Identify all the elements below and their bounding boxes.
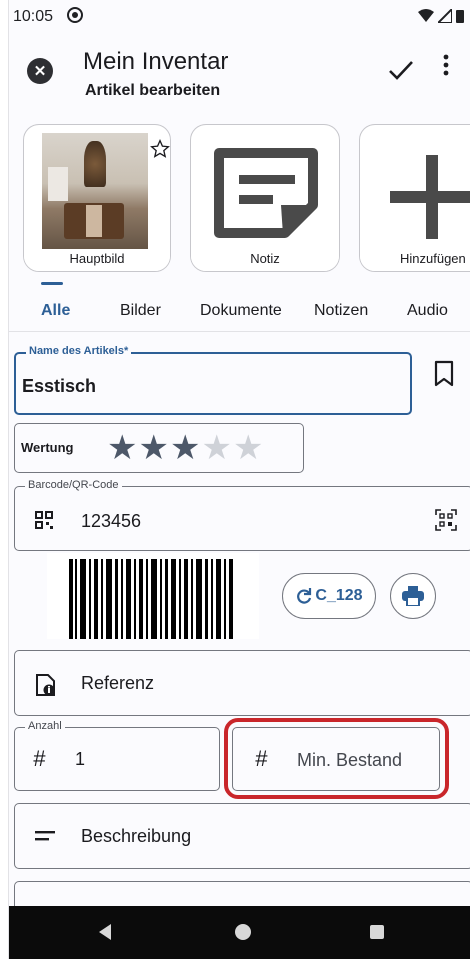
save-check-icon[interactable] bbox=[383, 52, 419, 88]
barcode-type-label: C_128 bbox=[315, 587, 363, 604]
status-icons bbox=[418, 9, 464, 23]
system-navigation-bar bbox=[9, 906, 470, 959]
print-button[interactable] bbox=[390, 573, 436, 619]
photo-plant bbox=[84, 141, 106, 187]
tab-audio[interactable]: Audio bbox=[407, 302, 448, 320]
active-tab-indicator bbox=[41, 282, 63, 285]
photo-window bbox=[48, 167, 68, 201]
tab-dokumente[interactable]: Dokumente bbox=[200, 302, 282, 320]
highlight-box bbox=[224, 718, 449, 799]
item-photo bbox=[42, 133, 148, 259]
tab-alle[interactable]: Alle bbox=[41, 302, 70, 320]
tab-bilder[interactable]: Bilder bbox=[120, 302, 161, 320]
star-icon[interactable]: ★ bbox=[138, 429, 169, 467]
close-icon: ✕ bbox=[33, 63, 47, 80]
media-strip: Hauptbild Notiz Hinzufügen bbox=[9, 122, 470, 272]
barcode-value[interactable]: 123456 bbox=[81, 511, 141, 532]
status-time: 10:05 bbox=[13, 8, 54, 25]
star-icon[interactable]: ★ bbox=[201, 429, 232, 467]
media-caption: Hauptbild bbox=[24, 249, 170, 271]
item-name-field[interactable]: Name des Artikels* Esstisch bbox=[14, 345, 412, 415]
recents-icon[interactable] bbox=[365, 920, 389, 944]
media-caption: Hinzufügen bbox=[360, 249, 470, 271]
note-icon bbox=[214, 148, 318, 238]
hash-icon: # bbox=[33, 746, 46, 771]
category-tabs: Alle Bilder Dokumente Notizen Audio bbox=[9, 280, 470, 332]
qr-scan-icon[interactable] bbox=[435, 509, 457, 531]
description-field[interactable]: Beschreibung bbox=[14, 803, 470, 869]
wifi-icon bbox=[418, 9, 434, 22]
description-lines-icon bbox=[35, 831, 55, 841]
description-placeholder: Beschreibung bbox=[81, 826, 192, 846]
main-image-card[interactable]: Hauptbild bbox=[23, 124, 171, 272]
barcode-field[interactable]: Barcode/QR-Code 123456 bbox=[14, 479, 470, 551]
photo-runner bbox=[86, 205, 102, 237]
quantity-value[interactable]: 1 bbox=[75, 749, 85, 770]
item-name-label: Name des Artikels* bbox=[26, 345, 132, 357]
media-caption: Notiz bbox=[191, 249, 339, 271]
qr-code-icon bbox=[35, 511, 53, 529]
page-subtitle: Artikel bearbeiten bbox=[85, 82, 221, 99]
more-menu-button[interactable] bbox=[433, 54, 459, 90]
plus-icon bbox=[390, 155, 470, 239]
signal-icon bbox=[438, 9, 452, 23]
quantity-label: Anzahl bbox=[25, 720, 65, 732]
item-name-value[interactable]: Esstisch bbox=[22, 376, 96, 397]
back-icon[interactable] bbox=[93, 920, 117, 944]
add-media-card[interactable]: Hinzufügen bbox=[359, 124, 470, 272]
rating-field: Wertung ★★★★★ bbox=[14, 423, 304, 473]
refresh-icon bbox=[297, 588, 312, 604]
home-icon[interactable] bbox=[231, 920, 255, 944]
page-title: Mein Inventar bbox=[83, 48, 229, 75]
bookmark-icon[interactable] bbox=[433, 360, 455, 388]
app-screen: 10:05 ✕ Mein Inventar Artikel bearbeiten bbox=[8, 0, 470, 959]
barcode-image bbox=[47, 553, 259, 639]
star-icon[interactable]: ★ bbox=[233, 429, 264, 467]
rating-label: Wertung bbox=[21, 440, 74, 455]
tab-notizen[interactable]: Notizen bbox=[314, 302, 368, 320]
star-icon[interactable]: ★ bbox=[170, 429, 201, 467]
reference-placeholder: Referenz bbox=[81, 673, 155, 693]
app-bar: ✕ Mein Inventar Artikel bearbeiten bbox=[9, 34, 470, 114]
reference-field[interactable]: Referenz bbox=[14, 650, 470, 716]
print-icon bbox=[402, 586, 424, 606]
quantity-field[interactable]: Anzahl # 1 bbox=[14, 720, 220, 791]
battery-icon bbox=[456, 10, 464, 23]
barcode-label: Barcode/QR-Code bbox=[25, 479, 122, 491]
close-button[interactable]: ✕ bbox=[27, 58, 53, 84]
note-card[interactable]: Notiz bbox=[190, 124, 340, 272]
more-vert-icon bbox=[443, 54, 449, 76]
status-bar: 10:05 bbox=[9, 0, 470, 34]
sync-status-icon bbox=[67, 7, 83, 23]
barcode-type-button[interactable]: C_128 bbox=[282, 573, 376, 619]
star-icon[interactable]: ★ bbox=[107, 429, 138, 467]
reference-document-icon bbox=[36, 674, 55, 696]
rating-stars[interactable]: ★★★★★ bbox=[107, 430, 264, 466]
favorite-star-icon[interactable] bbox=[150, 139, 170, 159]
